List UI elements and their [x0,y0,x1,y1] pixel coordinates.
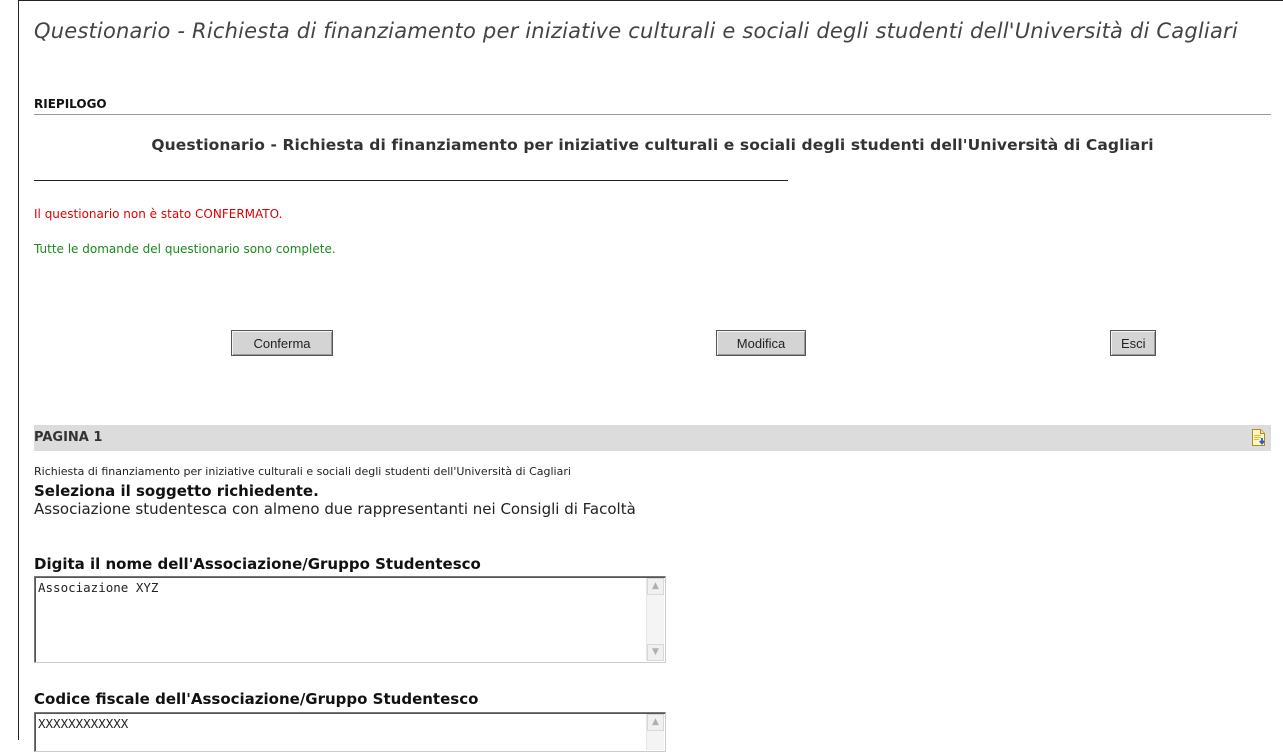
page-description: Richiesta di finanziamento per iniziativ… [34,465,571,478]
scrollbar[interactable]: ▲ ▼ [646,578,664,661]
section-divider [34,114,1271,115]
scroll-down-icon[interactable]: ▼ [647,644,664,661]
page-section-label: PAGINA 1 [34,430,103,445]
section-label-riepilogo: RIEPILOGO [34,97,107,111]
question-label: Digita il nome dell'Associazione/Gruppo … [34,555,481,573]
scroll-up-icon[interactable]: ▲ [647,714,664,731]
tax-code-value: XXXXXXXXXXXX [38,716,129,731]
page-section-bar: PAGINA 1 [34,425,1271,451]
status-not-confirmed: Il questionario non è stato CONFERMATO. [34,207,282,221]
scrollbar[interactable]: ▲ [646,714,664,750]
subtitle-divider [34,180,788,181]
page-title: Questionario - Richiesta di finanziament… [34,19,1238,43]
modify-button[interactable]: Modifica [716,330,806,356]
question-label: Seleziona il soggetto richiedente. [34,482,319,500]
status-not-confirmed-emphasis: CONFERMATO. [195,207,283,221]
status-not-confirmed-text: Il questionario non è stato [34,207,196,221]
summary-subtitle: Questionario - Richiesta di finanziament… [151,136,1154,154]
exit-button[interactable]: Esci [1110,330,1156,356]
status-complete: Tutte le domande del questionario sono c… [34,242,336,256]
question-label: Codice fiscale dell'Associazione/Gruppo … [34,690,479,708]
document-download-icon[interactable] [1251,429,1267,447]
association-name-value: Associazione XYZ [38,580,159,595]
question-answer: Associazione studentesca con almeno due … [34,500,636,518]
tax-code-field[interactable]: XXXXXXXXXXXX ▲ [34,712,666,752]
association-name-field[interactable]: Associazione XYZ ▲ ▼ [34,576,666,663]
confirm-button[interactable]: Conferma [231,330,333,356]
scroll-up-icon[interactable]: ▲ [647,578,664,595]
